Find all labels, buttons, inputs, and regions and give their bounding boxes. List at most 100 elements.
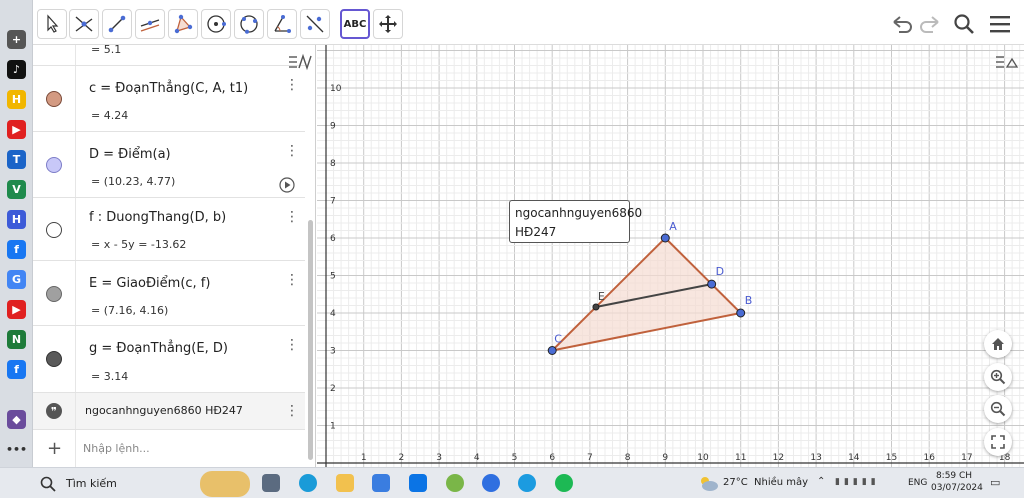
zoom-in-button[interactable] [984, 363, 1012, 391]
algebra-row-text[interactable]: ngocanhnguyen6860 HĐ247 [85, 404, 243, 417]
point-label: D [716, 265, 724, 278]
x-tick-label: 2 [399, 453, 405, 463]
visibility-toggle[interactable] [46, 351, 62, 367]
point-e [592, 303, 600, 311]
tiktok-icon[interactable]: ♪ [7, 60, 26, 79]
undo-icon[interactable] [890, 14, 914, 34]
fullscreen-button[interactable] [984, 428, 1012, 456]
geogebra-icon[interactable] [446, 474, 464, 492]
visibility-toggle[interactable] [46, 222, 62, 238]
intersect-icon [75, 16, 93, 32]
skype-icon[interactable] [518, 474, 536, 492]
chrome-icon[interactable] [482, 474, 500, 492]
text-object[interactable]: ngocanhnguyen6860 HĐ247 [509, 200, 642, 243]
algebra-row-definition[interactable]: c = ĐoạnThẳng(C, A, t1) [89, 81, 248, 96]
game-icon[interactable]: ◆ [7, 410, 26, 429]
algebra-row[interactable]: D = Điểm(a) = (10.23, 4.77) ⋮ [33, 132, 305, 198]
t-app-icon[interactable]: T [7, 150, 26, 169]
algebra-row[interactable]: g = ĐoạnThẳng(E, D) = 3.14 ⋮ [33, 326, 305, 393]
algebra-row[interactable]: ❞ ngocanhnguyen6860 HĐ247 ⋮ [33, 393, 305, 430]
spotify-icon[interactable] [555, 474, 573, 492]
search-icon[interactable] [40, 476, 56, 492]
more-vert-icon[interactable]: ⋮ [285, 78, 299, 92]
task-view-icon[interactable] [262, 474, 280, 492]
algebra-row[interactable]: c = ĐoạnThẳng(C, A, t1) = 4.24 ⋮ [33, 66, 305, 132]
more-vert-icon[interactable]: ⋮ [285, 210, 299, 224]
more-vert-icon[interactable]: ⋮ [285, 404, 299, 418]
x-tick-label: 10 [697, 453, 709, 463]
y-tick-label: 9 [330, 122, 336, 132]
point-c [547, 346, 557, 355]
more-vert-icon[interactable]: ⋮ [285, 144, 299, 158]
file-explorer-icon[interactable] [336, 474, 354, 492]
visibility-toggle[interactable] [46, 91, 62, 107]
visibility-toggle[interactable] [46, 157, 62, 173]
menu-icon[interactable] [988, 14, 1012, 34]
plus-icon[interactable]: + [47, 438, 62, 459]
scrollbar[interactable] [308, 220, 313, 460]
notification-icon[interactable]: ▭ [990, 476, 1000, 489]
facebook-icon[interactable]: f [7, 360, 26, 379]
polygon-tool-button[interactable] [168, 9, 198, 39]
input-placeholder[interactable]: Nhập lệnh... [83, 442, 150, 455]
point-on-intersection-tool-button[interactable] [69, 9, 99, 39]
segment-tool-button[interactable] [102, 9, 132, 39]
algebra-row[interactable]: = 5.1 [33, 45, 305, 66]
parallel-line-tool-button[interactable] [135, 9, 165, 39]
algebra-row-definition[interactable]: E = GiaoĐiểm(c, f) [89, 276, 210, 291]
n-app-icon[interactable]: N [7, 330, 26, 349]
taskbar-search-label[interactable]: Tìm kiếm [66, 477, 117, 490]
circle-three-points-icon [240, 15, 258, 34]
translate-icon[interactable]: G [7, 270, 26, 289]
text-tool-button[interactable]: ABC [340, 9, 370, 39]
circle-three-points-tool-button[interactable] [234, 9, 264, 39]
visibility-toggle[interactable] [46, 286, 62, 302]
search-icon[interactable] [952, 12, 976, 36]
home-button[interactable] [984, 330, 1012, 358]
circle-tool-button[interactable] [201, 9, 231, 39]
tray-icons[interactable]: ▮▮▮▮▮ [835, 477, 880, 487]
youtube-icon[interactable]: ▶ [7, 120, 26, 139]
h-app-icon[interactable]: H [7, 210, 26, 229]
algebra-row-definition[interactable]: g = ĐoạnThẳng(E, D) [89, 341, 228, 356]
more-vert-icon[interactable]: ⋮ [285, 338, 299, 352]
clock-date: 03/07/2024 [931, 483, 983, 493]
algebra-row[interactable]: E = GiaoĐiểm(c, f) = (7.16, 4.16) ⋮ [33, 261, 305, 326]
add-icon[interactable]: + [7, 30, 26, 49]
algebra-style-icon[interactable] [287, 53, 313, 71]
algebra-row[interactable]: f : DuongThang(D, b) = x - 5y = -13.62 ⋮ [33, 198, 305, 261]
clock[interactable]: 8:59 CH 03/07/2024 [931, 470, 983, 494]
hoc247-icon[interactable]: H [7, 90, 26, 109]
angle-tool-button[interactable] [267, 9, 297, 39]
y-tick-label: 1 [330, 422, 336, 432]
zalo-icon[interactable] [409, 474, 427, 492]
coordinate-plane[interactable]: 1 2 3 4 5 6 7 8 9 10 11 12 13 14 15 16 17 1812345678910AB… [317, 45, 1024, 467]
tray-chevron-icon[interactable]: ⌃ [817, 476, 825, 487]
v-app-icon[interactable]: V [7, 180, 26, 199]
play-icon[interactable] [279, 177, 295, 193]
algebra-row-definition[interactable]: D = Điểm(a) [89, 147, 171, 162]
weather-temp[interactable]: 27°C [723, 477, 748, 488]
store-icon[interactable] [372, 474, 390, 492]
move-graphics-tool-button[interactable] [373, 9, 403, 39]
quote-icon: ❞ [46, 403, 62, 419]
algebra-row-definition[interactable]: f : DuongThang(D, b) [89, 210, 226, 225]
weather-desc[interactable]: Nhiều mây [754, 477, 808, 488]
cloud-icon [701, 477, 718, 491]
graphics-style-icon[interactable] [994, 53, 1020, 71]
x-tick-label: 14 [848, 453, 860, 463]
taskbar: Tìm kiếm 27°C Nhiều mây ⌃ ▮▮▮▮▮ ENG 8:59… [0, 467, 1024, 498]
more-vert-icon[interactable]: ⋮ [285, 273, 299, 287]
language-indicator[interactable]: ENG [908, 478, 927, 488]
more-icon[interactable]: ••• [6, 440, 27, 459]
move-tool-button[interactable] [37, 9, 67, 39]
facebook-icon[interactable]: f [7, 240, 26, 259]
youtube-icon[interactable]: ▶ [7, 300, 26, 319]
zoom-out-button[interactable] [984, 395, 1012, 423]
graphics-view[interactable]: 1 2 3 4 5 6 7 8 9 10 11 12 13 14 15 16 17 18 1 2 3 4 5 6 7 8 9 10 A B… [317, 45, 1024, 467]
edge-icon[interactable] [299, 474, 317, 492]
algebra-row-value: = 4.24 [91, 109, 129, 122]
redo-icon[interactable] [918, 14, 942, 34]
input-bar[interactable]: + Nhập lệnh... [33, 430, 305, 467]
reflect-tool-button[interactable] [300, 9, 330, 39]
